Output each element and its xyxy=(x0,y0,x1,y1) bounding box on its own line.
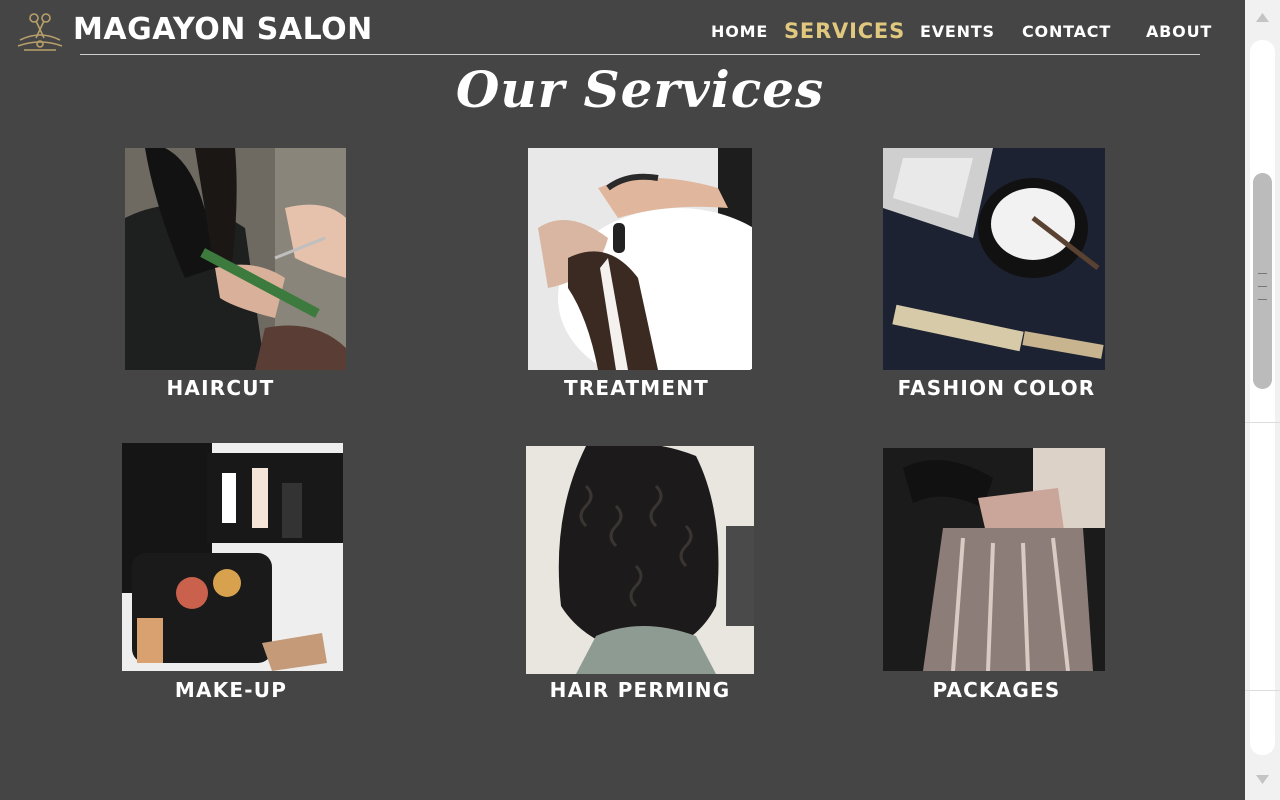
grip-line-icon xyxy=(1258,286,1267,287)
section-title: Our Services xyxy=(455,60,825,119)
nav-contact[interactable]: CONTACT xyxy=(1022,22,1111,41)
scrollbar-track-divider xyxy=(1245,690,1280,691)
haircut-photo[interactable] xyxy=(125,148,346,370)
services-page: MAGAYON SALON HOME SERVICES EVENTS CONTA… xyxy=(0,0,1245,800)
service-label-haircut: HAIRCUT xyxy=(166,376,275,400)
makeup-kit-photo[interactable] xyxy=(122,443,343,671)
scrollbar-track[interactable] xyxy=(1250,40,1275,755)
curly-hair-photo[interactable] xyxy=(526,446,754,674)
scroll-down-arrow-icon[interactable] xyxy=(1245,770,1280,790)
hair-wash-treatment-photo[interactable] xyxy=(528,148,752,370)
nav-events[interactable]: EVENTS xyxy=(920,22,995,41)
foil-highlights-photo[interactable] xyxy=(883,448,1105,671)
service-label-fashion-color: FASHION COLOR xyxy=(897,376,1096,400)
header-divider xyxy=(80,54,1200,55)
nav-about[interactable]: ABOUT xyxy=(1146,22,1212,41)
grip-line-icon xyxy=(1258,273,1267,274)
hair-color-bowl-photo[interactable] xyxy=(883,148,1105,370)
scrollbar-track-divider xyxy=(1245,422,1280,423)
service-label-makeup: MAKE-UP xyxy=(174,678,288,702)
grip-line-icon xyxy=(1258,299,1267,300)
vertical-scrollbar[interactable] xyxy=(1245,0,1280,800)
scroll-up-arrow-icon[interactable] xyxy=(1245,8,1280,28)
service-label-hair-perming: HAIR PERMING xyxy=(549,678,731,702)
scissors-crest-logo-icon[interactable] xyxy=(14,8,66,56)
service-label-packages: PACKAGES xyxy=(932,678,1061,702)
nav-home[interactable]: HOME xyxy=(711,22,768,41)
service-label-treatment: TREATMENT xyxy=(563,376,710,400)
scrollbar-thumb[interactable] xyxy=(1253,173,1272,389)
brand-name[interactable]: MAGAYON SALON xyxy=(73,12,373,47)
nav-services[interactable]: SERVICES xyxy=(784,19,905,43)
